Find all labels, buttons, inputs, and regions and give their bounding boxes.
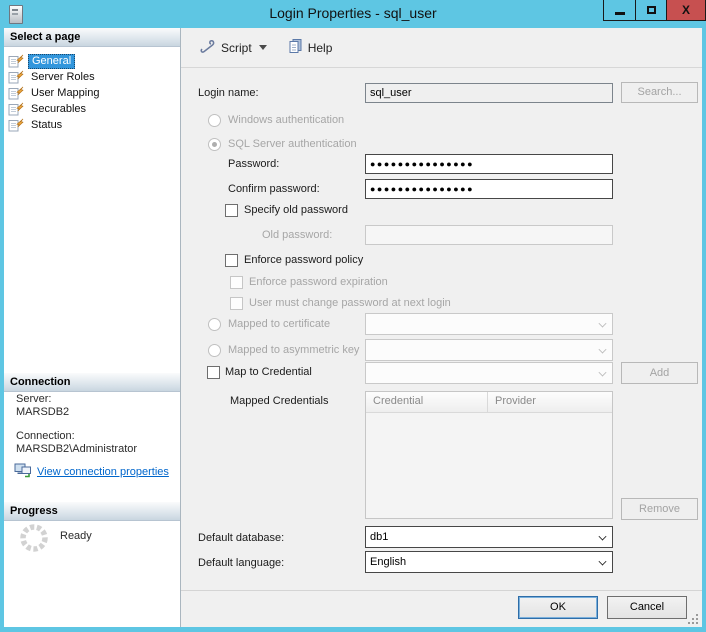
chevron-down-icon (259, 45, 267, 50)
sidebar-item-server-roles[interactable]: Server Roles (8, 69, 98, 85)
mapped-to-certificate-radio[interactable] (208, 318, 221, 331)
cancel-button[interactable]: Cancel (607, 596, 687, 619)
page-icon (8, 102, 24, 116)
help-button[interactable]: Help (281, 35, 339, 60)
sidebar-item-label: User Mapping (28, 87, 102, 100)
must-change-password-checkbox[interactable] (230, 297, 243, 310)
left-pane: Select a page General Server Roles User … (4, 28, 181, 627)
connection-header: Connection (4, 373, 180, 392)
sidebar-item-label: Status (28, 119, 65, 132)
grid-column-credential: Credential (366, 392, 488, 412)
spinner-icon (18, 522, 50, 559)
mapped-to-asymmetric-key-radio[interactable] (208, 344, 221, 357)
sidebar-item-general[interactable]: General (8, 53, 75, 69)
page-icon (8, 118, 24, 132)
sidebar-item-securables[interactable]: Securables (8, 101, 89, 117)
help-button-label: Help (308, 41, 333, 55)
page-icon (8, 70, 24, 84)
sql-auth-radio[interactable] (208, 138, 221, 151)
map-to-credential-label: Map to Credential (225, 366, 312, 378)
connection-value: MARSDB2\Administrator (16, 443, 137, 455)
sql-auth-label: SQL Server authentication (228, 138, 357, 150)
script-icon (199, 38, 216, 57)
chevron-down-icon (599, 320, 606, 327)
resize-grip-icon[interactable] (687, 612, 699, 624)
login-name-label: Login name: (198, 87, 259, 99)
close-icon: X (682, 3, 690, 17)
chevron-down-icon (599, 346, 606, 353)
sidebar-item-status[interactable]: Status (8, 117, 65, 133)
sidebar-item-user-mapping[interactable]: User Mapping (8, 85, 102, 101)
confirm-password-input[interactable]: ●●●●●●●●●●●●●●● (365, 179, 613, 199)
titlebar: Login Properties - sql_user X (0, 0, 706, 28)
default-language-select[interactable]: English (365, 551, 613, 573)
view-connection-properties-link[interactable]: View connection properties (37, 466, 169, 478)
enforce-password-policy-label: Enforce password policy (244, 254, 363, 266)
footer-divider (181, 590, 702, 591)
specify-old-password-checkbox[interactable] (225, 204, 238, 217)
right-pane: Script Help Login name: sql_user Search.… (181, 28, 702, 627)
windows-auth-radio[interactable] (208, 114, 221, 127)
script-button-label: Script (221, 41, 252, 55)
enforce-password-expiration-label: Enforce password expiration (249, 276, 388, 288)
select-a-page-header: Select a page (4, 28, 180, 47)
default-language-label: Default language: (198, 557, 284, 569)
password-input[interactable]: ●●●●●●●●●●●●●●● (365, 154, 613, 174)
default-database-select[interactable]: db1 (365, 526, 613, 548)
window-title: Login Properties - sql_user (0, 0, 706, 28)
credential-select[interactable] (365, 362, 613, 384)
certificate-select[interactable] (365, 313, 613, 335)
page-icon (8, 86, 24, 100)
dialog-body: Select a page General Server Roles User … (4, 28, 702, 627)
asymmetric-key-select[interactable] (365, 339, 613, 361)
progress-status: Ready (60, 530, 92, 542)
chevron-down-icon (599, 558, 606, 565)
specify-old-password-label: Specify old password (244, 204, 348, 216)
toolbar: Script Help (181, 28, 702, 68)
default-database-label: Default database: (198, 532, 284, 544)
must-change-password-label: User must change password at next login (249, 297, 451, 309)
mapped-credentials-label: Mapped Credentials (230, 395, 328, 407)
chevron-down-icon (599, 369, 606, 376)
general-page-content: Login name: sql_user Search... Windows a… (181, 69, 702, 627)
sidebar-item-label: Securables (28, 103, 89, 116)
chevron-down-icon (599, 533, 606, 540)
minimize-button[interactable] (603, 0, 636, 21)
grid-column-provider: Provider (488, 392, 536, 412)
map-to-credential-checkbox[interactable] (207, 366, 220, 379)
windows-auth-label: Windows authentication (228, 114, 344, 126)
maximize-icon (647, 6, 656, 14)
password-label: Password: (228, 158, 279, 170)
remove-button[interactable]: Remove (621, 498, 698, 520)
mapped-to-certificate-label: Mapped to certificate (228, 318, 330, 330)
close-button[interactable]: X (667, 0, 706, 21)
login-name-input[interactable]: sql_user (365, 83, 613, 103)
help-icon (287, 38, 303, 57)
confirm-password-label: Confirm password: (228, 183, 320, 195)
maximize-button[interactable] (636, 0, 667, 21)
ok-button[interactable]: OK (518, 596, 598, 619)
login-properties-window: Login Properties - sql_user X Select a p… (0, 0, 706, 632)
default-database-value: db1 (370, 531, 388, 543)
search-button[interactable]: Search... (621, 82, 698, 103)
enforce-password-expiration-checkbox[interactable] (230, 276, 243, 289)
default-language-value: English (370, 556, 406, 568)
old-password-label: Old password: (262, 229, 332, 241)
script-button[interactable]: Script (193, 35, 273, 60)
add-button[interactable]: Add (621, 362, 698, 384)
page-icon (8, 54, 24, 68)
mapped-to-asymmetric-key-label: Mapped to asymmetric key (228, 344, 359, 356)
sidebar-item-label: General (28, 54, 75, 69)
progress-header: Progress (4, 502, 180, 521)
grid-header: Credential Provider (366, 392, 612, 413)
sidebar-item-label: Server Roles (28, 71, 98, 84)
computer-icon (14, 463, 32, 481)
connection-label: Connection: (16, 430, 75, 442)
mapped-credentials-grid[interactable]: Credential Provider (365, 391, 613, 519)
old-password-input[interactable] (365, 225, 613, 245)
enforce-password-policy-checkbox[interactable] (225, 254, 238, 267)
server-label: Server: (16, 393, 51, 405)
minimize-icon (615, 12, 625, 15)
server-value: MARSDB2 (16, 406, 69, 418)
